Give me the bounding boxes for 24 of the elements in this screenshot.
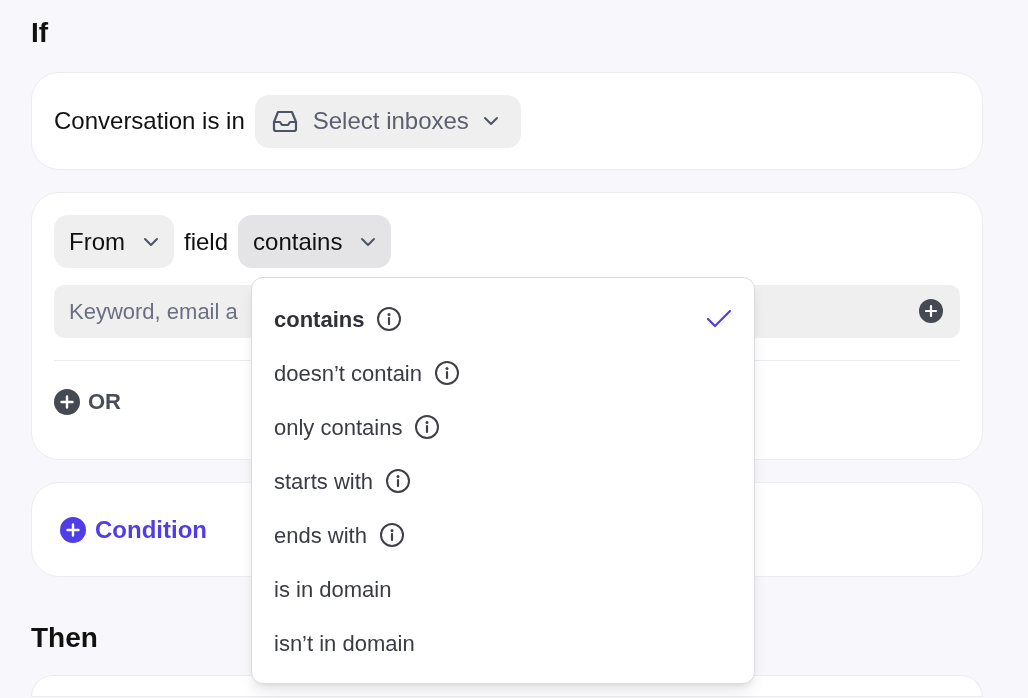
operator-select[interactable]: contains	[238, 215, 392, 268]
menu-item[interactable]: doesn’t contain	[274, 346, 732, 400]
add-icon[interactable]	[918, 298, 944, 324]
chevron-down-icon	[360, 236, 377, 247]
section-heading: If	[31, 16, 49, 50]
inbox-select[interactable]: Select inboxes	[254, 94, 521, 148]
check-icon	[706, 309, 732, 329]
menu-item[interactable]: ends with	[274, 508, 732, 562]
plus-circle-icon	[54, 388, 80, 415]
or-button[interactable]: OR	[54, 385, 121, 418]
field-select[interactable]: From	[54, 215, 174, 268]
condition-label: Conversation is in	[54, 106, 245, 136]
menu-item[interactable]: only contains	[274, 400, 732, 454]
add-condition-button[interactable]: Condition	[60, 511, 207, 548]
menu-item[interactable]: starts with	[274, 454, 732, 508]
plus-circle-icon	[60, 516, 86, 543]
chevron-down-icon	[482, 116, 499, 126]
menu-item[interactable]: contains	[274, 292, 732, 346]
menu-item[interactable]: isn’t in domain	[274, 616, 732, 670]
chevron-down-icon	[143, 236, 159, 247]
inbox-icon	[270, 108, 299, 134]
section-heading: Then	[31, 621, 98, 655]
menu-item[interactable]: is in domain	[274, 562, 732, 616]
field-label: field	[184, 226, 229, 257]
